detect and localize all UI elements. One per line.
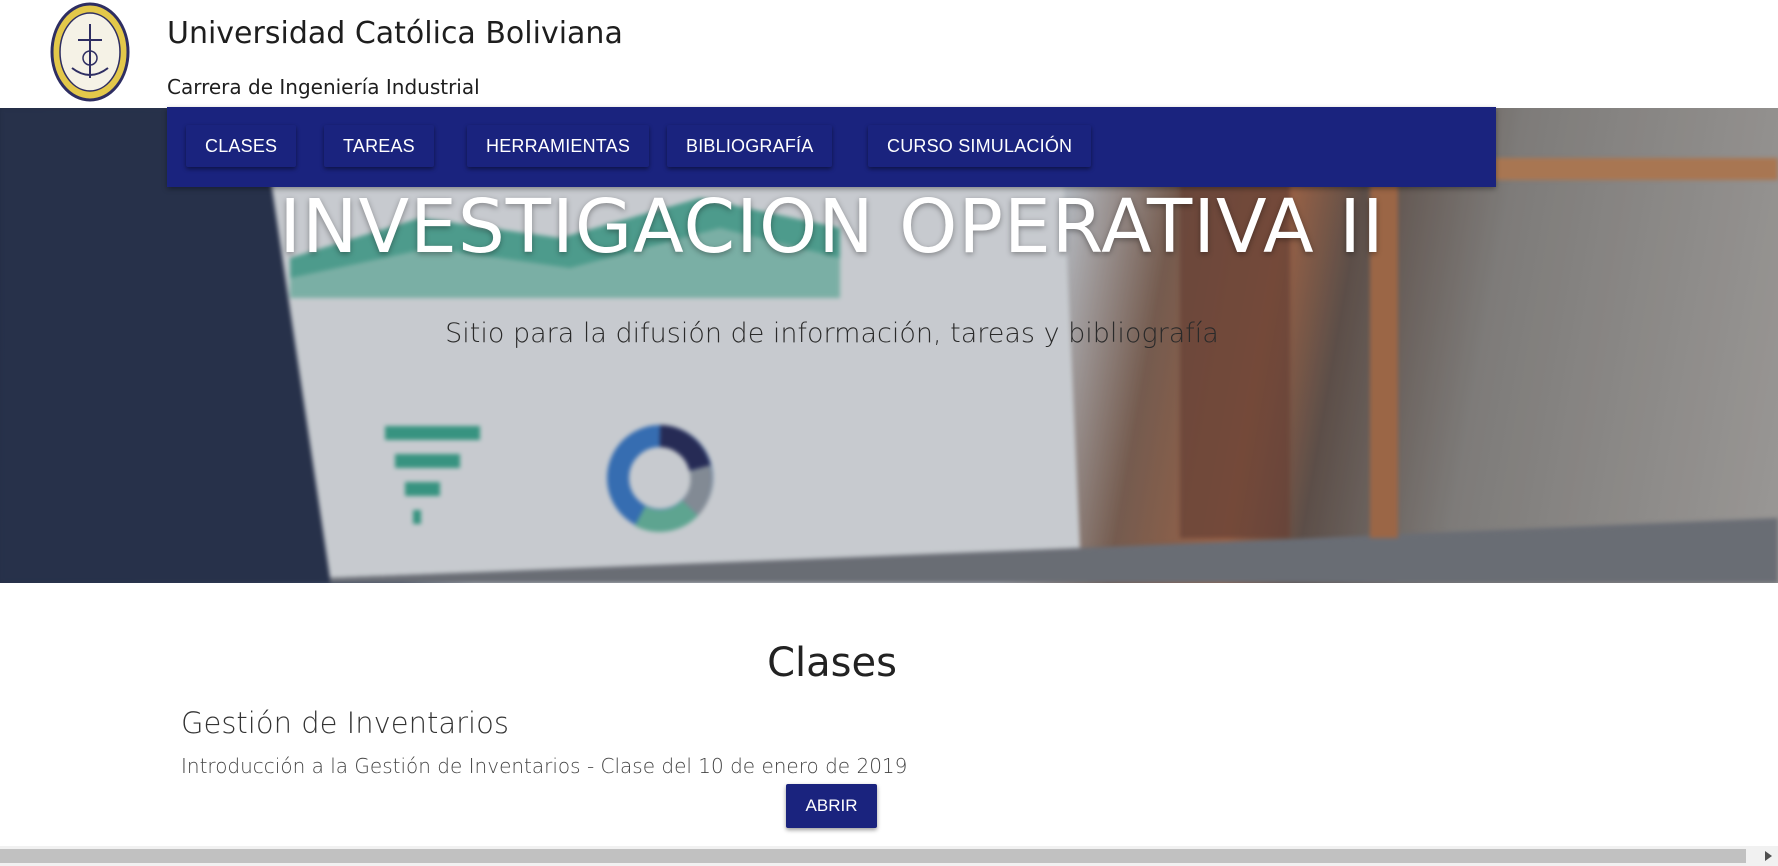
open-button[interactable]: ABRIR (786, 784, 877, 828)
nav-herramientas-button[interactable]: HERRAMIENTAS (467, 125, 650, 167)
horizontal-scrollbar[interactable] (0, 846, 1778, 866)
scroll-right-arrow-icon[interactable] (1758, 846, 1778, 866)
scrollbar-thumb[interactable] (0, 849, 1746, 863)
nav-curso-simulacion-button[interactable]: CURSO SIMULACIÓN (868, 125, 1092, 167)
class-title: Gestión de Inventarios (181, 706, 509, 740)
university-seal-icon (50, 2, 130, 102)
nav-clases-button[interactable]: CLASES (186, 125, 297, 167)
main-nav: CLASES TAREAS HERRAMIENTAS BIBLIOGRAFÍA … (167, 107, 1496, 187)
site-title: Universidad Católica Boliviana (167, 16, 623, 51)
class-description: Introducción a la Gestión de Inventarios… (181, 754, 908, 778)
hero-title: INVESTIGACION OPERATIVA II (279, 184, 1385, 270)
nav-bibliografia-button[interactable]: BIBLIOGRAFÍA (667, 125, 833, 167)
section-title: Clases (767, 640, 897, 686)
site-subtitle: Carrera de Ingeniería Industrial (167, 75, 480, 99)
site-header: Universidad Católica Boliviana Carrera d… (0, 0, 1778, 108)
nav-tareas-button[interactable]: TAREAS (324, 125, 434, 167)
hero-subtitle: Sitio para la difusión de información, t… (445, 318, 1219, 349)
